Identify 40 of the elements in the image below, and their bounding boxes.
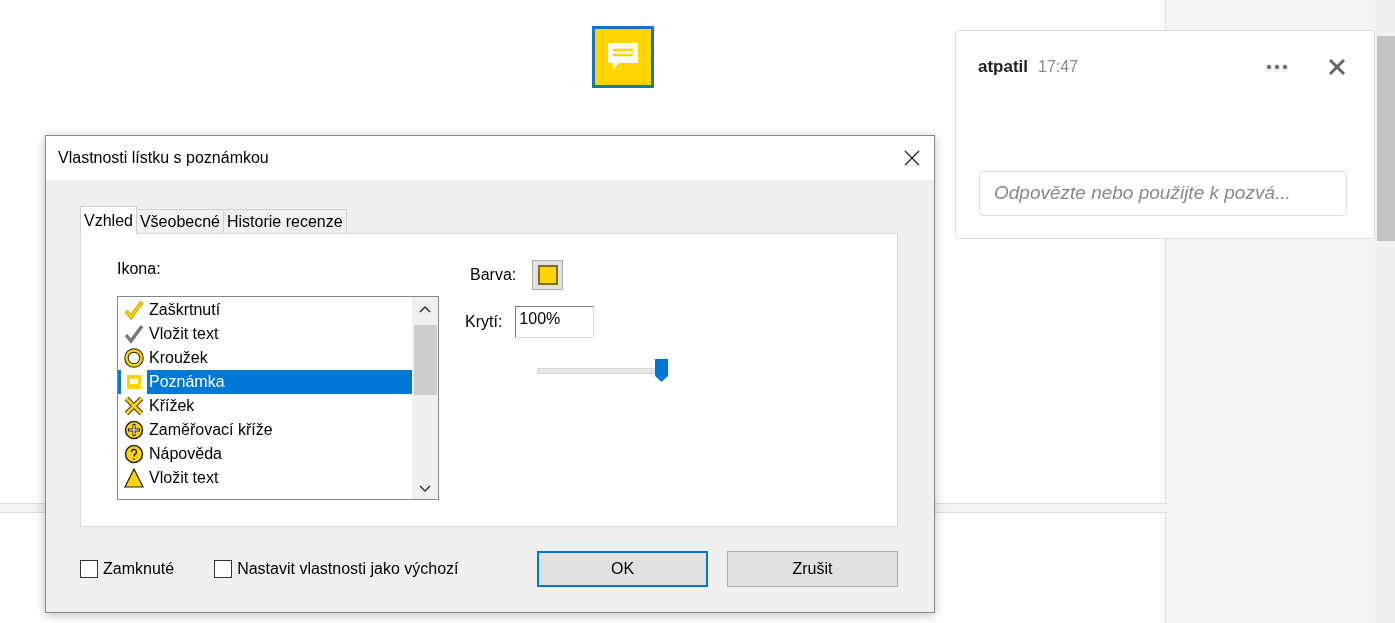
triangle-icon xyxy=(124,468,144,488)
note-icon[interactable] xyxy=(591,26,654,88)
scroll-up-icon[interactable] xyxy=(419,305,431,313)
opacity-slider[interactable] xyxy=(537,359,668,382)
icon-list-item[interactable]: Křížek xyxy=(118,394,412,418)
circle-icon xyxy=(124,348,144,368)
icon-list-item[interactable]: Zaškrtnutí xyxy=(118,298,412,322)
color-label: Barva: xyxy=(470,266,517,284)
scroll-down-icon[interactable] xyxy=(419,485,431,493)
icon-list[interactable]: Zaškrtnutí Vložit text Kroužek Poznámka Křížek Zaměřovací kříže Nápověda Vložit text xyxy=(117,296,439,500)
dialog-title: Vlastnosti lístku s poznámkou xyxy=(58,149,269,167)
scrollbar-thumb[interactable] xyxy=(1377,36,1395,241)
tab[interactable]: Vzhled xyxy=(80,206,137,234)
slider-thumb[interactable] xyxy=(655,359,668,382)
opacity-label: Krytí: xyxy=(465,313,503,331)
icon-list-item[interactable]: Vložit text xyxy=(118,466,412,490)
color-picker[interactable] xyxy=(532,260,564,290)
comment-time: 17:47 xyxy=(1038,57,1079,76)
crosshair-icon xyxy=(124,420,144,440)
checkmark-icon xyxy=(124,300,144,320)
opacity-field[interactable]: 100% xyxy=(515,306,595,338)
cancel-button[interactable]: Zrušit xyxy=(727,551,898,587)
icon-list-item[interactable]: Zaměřovací kříže xyxy=(118,418,412,442)
help-icon xyxy=(124,444,144,464)
close-icon[interactable] xyxy=(904,150,920,166)
checkbox[interactable]: Nastavit vlastnosti jako výchozí xyxy=(214,560,459,578)
tab[interactable]: Historie recenze xyxy=(223,209,347,233)
icon-label: Ikona: xyxy=(117,260,162,278)
comment-author: atpatil xyxy=(978,56,1029,77)
icon-list-item[interactable]: Vložit text xyxy=(118,322,412,346)
cross-icon xyxy=(124,396,144,416)
checkmark-icon xyxy=(124,324,144,344)
more-icon[interactable] xyxy=(1266,63,1288,70)
reply-field[interactable]: Odpovězte nebo použijte k pozvá... xyxy=(979,170,1347,216)
icon-list-item[interactable]: Nápověda xyxy=(118,442,412,466)
ok-button[interactable]: OK xyxy=(537,551,708,587)
icon-list-item[interactable]: Kroužek xyxy=(118,346,412,370)
checkbox[interactable]: Zamknuté xyxy=(80,560,175,578)
scrollbar-thumb[interactable] xyxy=(413,325,437,395)
note-icon xyxy=(127,375,141,389)
